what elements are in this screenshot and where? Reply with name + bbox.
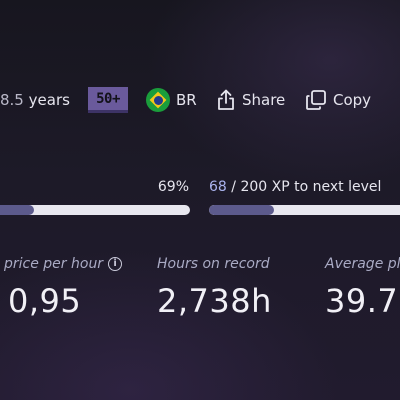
info-icon[interactable]: i: [108, 257, 123, 271]
stat-value-hours-on-record: 2,738h: [157, 282, 272, 320]
share-icon: [218, 89, 234, 110]
copy-button[interactable]: Copy: [305, 87, 371, 113]
share-label: Share: [242, 91, 286, 109]
stat-label-price-per-hour: price per hour i: [4, 256, 123, 272]
brazil-flag-icon: [146, 88, 170, 112]
xp-progress-fill: [209, 205, 274, 215]
xp-current: 68: [209, 179, 227, 195]
stat-label-average-playtime: Average pla: [325, 256, 400, 272]
account-age: 8.5 years: [0, 87, 70, 113]
copy-icon: [306, 90, 326, 110]
stat-label-hours-on-record: Hours on record: [157, 256, 270, 272]
age-badge: 50+: [88, 87, 128, 113]
completion-percent: 69%: [157, 179, 189, 195]
account-age-number: 8.5: [0, 91, 24, 109]
stat-value-average-playtime: 39.7: [325, 282, 399, 320]
copy-label: Copy: [333, 91, 372, 109]
country: BR: [146, 87, 197, 113]
completion-progress-bar: [0, 205, 190, 215]
profile-card: 8.5 years 50+ BR Share Copy 69% 68 / 200…: [0, 0, 400, 400]
xp-progress-bar: [209, 205, 400, 215]
completion-progress-fill: [0, 205, 34, 215]
account-age-unit: years: [28, 91, 70, 109]
xp-progress-label: 68 / 200 XP to next level: [209, 179, 381, 195]
xp-rest: / 200 XP to next level: [231, 179, 382, 195]
stat-label-text: price per hour: [4, 256, 104, 272]
share-button[interactable]: Share: [216, 87, 285, 113]
stat-value-price-per-hour: 0,95: [8, 282, 82, 320]
country-code: BR: [176, 91, 197, 109]
